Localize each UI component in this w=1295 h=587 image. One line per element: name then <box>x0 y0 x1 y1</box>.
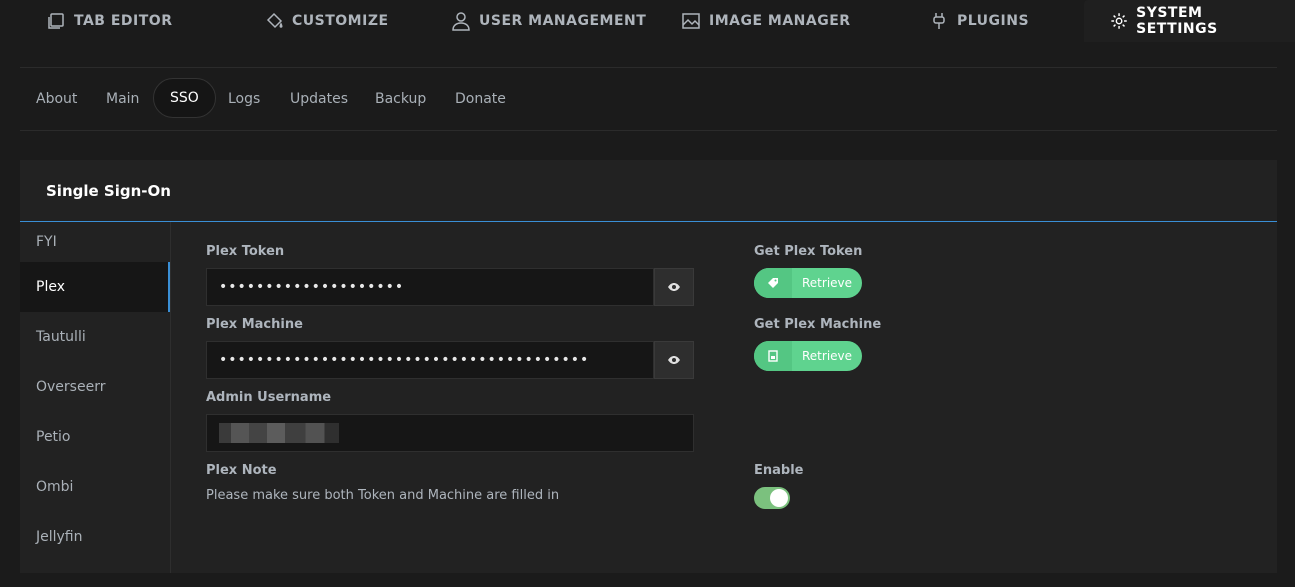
subnav-main[interactable]: Main <box>106 68 139 130</box>
user-icon <box>452 12 470 31</box>
subnav-sso[interactable]: SSO <box>153 78 216 118</box>
admin-username-label: Admin Username <box>206 390 332 405</box>
eye-icon <box>668 283 680 291</box>
eye-icon <box>668 356 680 364</box>
tab-label: SYSTEM SETTINGS <box>1136 5 1218 37</box>
plex-machine-group: •••••••••••••••••••••••••••••••••••••••• <box>206 341 694 379</box>
toggle-visibility-button[interactable] <box>654 268 694 306</box>
subnav-backup[interactable]: Backup <box>375 68 426 130</box>
retrieve-token-button[interactable]: Retrieve <box>754 268 863 298</box>
plex-note-label: Plex Note <box>206 463 277 478</box>
retrieve-label: Retrieve <box>802 276 853 290</box>
gear-icon <box>1111 13 1127 29</box>
get-plex-token-label: Get Plex Token <box>754 244 863 259</box>
plex-token-input[interactable]: •••••••••••••••••••• <box>206 268 654 306</box>
toggle-visibility-button[interactable] <box>654 341 694 379</box>
sidebar-item-fyi[interactable]: FYI <box>20 222 170 262</box>
paint-bucket-icon <box>266 12 283 29</box>
subnav-about[interactable]: About <box>36 68 77 130</box>
plex-machine-input[interactable]: •••••••••••••••••••••••••••••••••••••••• <box>206 341 654 379</box>
sidebar-item-petio[interactable]: Petio <box>20 412 170 462</box>
admin-username-group <box>206 414 694 452</box>
tab-label: USER MANAGEMENT <box>479 13 647 29</box>
tab-label: IMAGE MANAGER <box>709 13 851 29</box>
tab-plugins[interactable]: PLUGINS <box>929 0 1029 42</box>
ticket-icon <box>754 268 792 298</box>
panel-header: Single Sign-On <box>20 160 1277 222</box>
admin-username-input[interactable] <box>206 414 694 452</box>
settings-subnav: About Main SSO Logs Updates Backup Donat… <box>20 67 1277 131</box>
tab-editor-icon <box>48 13 64 29</box>
plex-machine-label: Plex Machine <box>206 317 303 332</box>
toggle-knob <box>770 489 788 507</box>
plex-token-group: •••••••••••••••••••• <box>206 268 694 306</box>
sidebar-item-tautulli[interactable]: Tautulli <box>20 312 170 362</box>
redacted-username <box>219 423 339 443</box>
subnav-donate[interactable]: Donate <box>455 68 506 130</box>
tab-tab-editor[interactable]: TAB EDITOR <box>46 0 172 42</box>
tab-system-settings[interactable]: SYSTEM SETTINGS <box>1084 0 1295 42</box>
server-icon <box>754 341 792 371</box>
panel-title: Single Sign-On <box>46 181 171 200</box>
top-navigation: TAB EDITOR CUSTOMIZE USER MANAGEMENT IMA… <box>0 0 1295 42</box>
tab-label: PLUGINS <box>957 13 1030 29</box>
subnav-updates[interactable]: Updates <box>290 68 348 130</box>
tab-user-management[interactable]: USER MANAGEMENT <box>451 0 646 42</box>
image-icon <box>682 13 700 29</box>
tab-customize[interactable]: CUSTOMIZE <box>264 0 389 42</box>
enable-toggle[interactable] <box>754 487 790 509</box>
plex-token-label: Plex Token <box>206 244 285 259</box>
sidebar-item-plex[interactable]: Plex <box>20 262 170 312</box>
sidebar-item-ombi[interactable]: Ombi <box>20 462 170 512</box>
tab-label: TAB EDITOR <box>74 13 173 29</box>
plug-icon <box>933 13 945 29</box>
enable-label: Enable <box>754 463 804 478</box>
sidebar-item-jellyfin[interactable]: Jellyfin <box>20 512 170 562</box>
retrieve-label: Retrieve <box>802 349 853 363</box>
plex-note-text: Please make sure both Token and Machine … <box>206 488 560 503</box>
get-plex-machine-label: Get Plex Machine <box>754 317 882 332</box>
sidebar-item-overseerr[interactable]: Overseerr <box>20 362 170 412</box>
tab-label: CUSTOMIZE <box>292 13 389 29</box>
subnav-logs[interactable]: Logs <box>228 68 260 130</box>
retrieve-machine-button[interactable]: Retrieve <box>754 341 863 371</box>
sso-sidebar: FYI Plex Tautulli Overseerr Petio Ombi J… <box>20 222 171 573</box>
tab-image-manager[interactable]: IMAGE MANAGER <box>681 0 851 42</box>
